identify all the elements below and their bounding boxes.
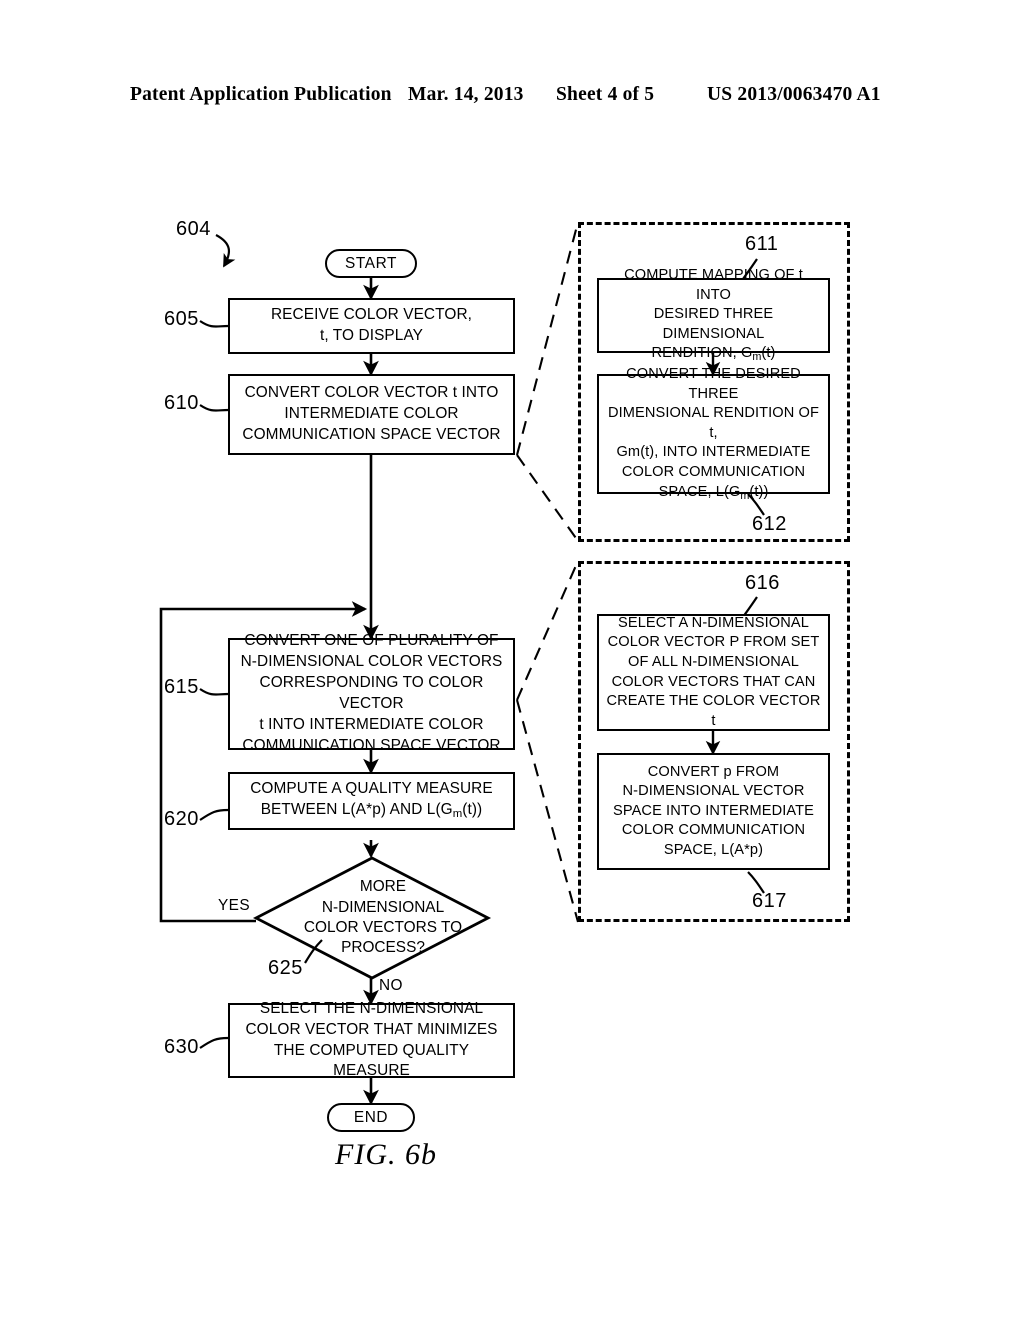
- node-617-line-4: COLOR COMMUNICATION: [621, 822, 806, 839]
- node-616-line-3: OF ALL N-DIMENSIONAL: [628, 653, 799, 670]
- process-box-617[interactable]: CONVERT p FROM N-DIMENSIONAL VECTOR SPAC…: [597, 753, 830, 870]
- node-625-line-2: N-DIMENSIONAL: [321, 898, 445, 916]
- node-615-line-4: t INTO INTERMEDIATE COLOR: [259, 715, 484, 733]
- node-615-line-5: COMMUNICATION SPACE VECTOR: [242, 736, 501, 754]
- node-612-line-5: SPACE, L(Gm(t)): [658, 483, 769, 502]
- node-617-line-2: N-DIMENSIONAL VECTOR: [622, 783, 805, 800]
- node-615-line-1: CONVERT ONE OF PLURALITY OF: [244, 632, 499, 650]
- node-610-line-2: INTERMEDIATE COLOR: [284, 405, 459, 423]
- process-box-611[interactable]: COMPUTE MAPPING OF t INTO DESIRED THREE …: [597, 267, 830, 363]
- start-terminator[interactable]: START: [325, 249, 417, 278]
- node-625-line-4: PROCESS?: [341, 939, 425, 957]
- node-610-line-3: COMMUNICATION SPACE VECTOR: [242, 425, 501, 443]
- node-616-line-4: COLOR VECTORS THAT CAN: [611, 673, 816, 690]
- node-630-line-3: THE COMPUTED QUALITY MEASURE: [273, 1041, 470, 1080]
- process-box-630[interactable]: SELECT THE N-DIMENSIONAL COLOR VECTOR TH…: [228, 1000, 515, 1079]
- node-616-line-5: CREATE THE COLOR VECTOR t: [606, 693, 821, 729]
- node-620-line-1: COMPUTE A QUALITY MEASURE: [250, 780, 493, 798]
- ref-numeral-625: 625: [268, 957, 303, 979]
- ref-numeral-605: 605: [164, 308, 199, 330]
- end-terminator[interactable]: END: [327, 1103, 415, 1132]
- node-605-line-1: RECEIVE COLOR VECTOR,: [270, 306, 473, 324]
- node-625-line-3: COLOR VECTORS TO: [303, 919, 463, 936]
- node-612-line-1: CONVERT THE DESIRED THREE: [626, 366, 801, 402]
- process-box-620[interactable]: COMPUTE A QUALITY MEASURE BETWEEN L(A*p)…: [228, 772, 515, 830]
- node-617-line-1: CONVERT p FROM: [647, 763, 780, 780]
- node-610-line-1: CONVERT COLOR VECTOR t INTO: [244, 384, 499, 402]
- process-box-615[interactable]: CONVERT ONE OF PLURALITY OF N-DIMENSIONA…: [228, 632, 515, 754]
- node-617-line-5: SPACE, L(A*p): [663, 841, 764, 858]
- node-630-line-1: SELECT THE N-DIMENSIONAL: [259, 999, 484, 1017]
- node-617-line-3: SPACE INTO INTERMEDIATE: [613, 802, 814, 819]
- ref-numeral-604: 604: [176, 218, 211, 240]
- process-box-616[interactable]: SELECT A N-DIMENSIONAL COLOR VECTOR P FR…: [597, 614, 830, 731]
- branch-label-no: NO: [379, 977, 403, 994]
- node-625-line-1: MORE: [359, 878, 407, 896]
- ref-numeral-612: 612: [752, 513, 787, 535]
- process-box-605[interactable]: RECEIVE COLOR VECTOR, t, TO DISPLAY: [228, 298, 515, 354]
- node-616-line-2: COLOR VECTOR P FROM SET: [607, 634, 820, 651]
- process-box-610[interactable]: CONVERT COLOR VECTOR t INTO INTERMEDIATE…: [228, 374, 515, 455]
- branch-label-yes: YES: [218, 897, 250, 914]
- node-612-line-3: Gm(t), INTO INTERMEDIATE: [616, 444, 811, 461]
- ref-numeral-611: 611: [745, 233, 779, 255]
- node-616-line-1: SELECT A N-DIMENSIONAL: [618, 614, 809, 631]
- flowchart-figure-6b: START RECEIVE COLOR VECTOR, t, TO DISPLA…: [0, 0, 1024, 1320]
- ref-numeral-617: 617: [752, 890, 787, 912]
- node-611-line-1: COMPUTE MAPPING OF t INTO: [624, 267, 803, 303]
- node-611-line-3: RENDITION, Gm(t): [651, 345, 776, 364]
- end-terminator-label: END: [353, 1108, 389, 1126]
- node-615-line-2: N-DIMENSIONAL COLOR VECTORS: [240, 653, 503, 671]
- node-605-line-2: t, TO DISPLAY: [319, 327, 424, 344]
- start-terminator-label: START: [344, 254, 398, 272]
- figure-caption: FIG. 6b: [0, 1138, 1024, 1172]
- process-box-612[interactable]: CONVERT THE DESIRED THREE DIMENSIONAL RE…: [597, 366, 830, 501]
- node-615-line-3: CORRESPONDING TO COLOR VECTOR: [259, 674, 484, 712]
- ref-numeral-620: 620: [164, 808, 199, 830]
- node-630-line-2: COLOR VECTOR THAT MINIMIZES: [245, 1020, 498, 1038]
- node-612-line-2: DIMENSIONAL RENDITION OF t,: [607, 405, 820, 441]
- ref-numeral-610: 610: [164, 392, 199, 414]
- node-611-line-2: DESIRED THREE DIMENSIONAL: [653, 306, 774, 342]
- figure-caption-label: FIG. 6b: [335, 1138, 437, 1171]
- node-620-line-2: BETWEEN L(A*p) AND L(Gm(t)): [260, 801, 483, 821]
- ref-numeral-616: 616: [745, 572, 780, 594]
- ref-numeral-615: 615: [164, 676, 199, 698]
- node-612-line-4: COLOR COMMUNICATION: [621, 463, 806, 480]
- ref-numeral-630: 630: [164, 1036, 199, 1058]
